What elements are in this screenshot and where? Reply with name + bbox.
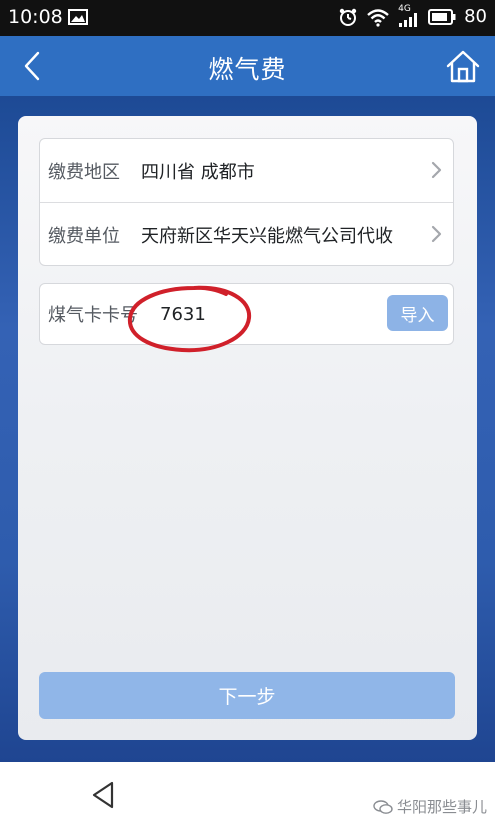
card-number-label: 煤气卡卡号 (48, 305, 138, 326)
battery-icon (428, 8, 456, 25)
home-icon[interactable] (445, 48, 481, 84)
next-step-button[interactable]: 下一步 (39, 672, 455, 719)
image-icon (68, 9, 88, 25)
card-number-input[interactable] (160, 303, 360, 325)
status-bar: 10:08 4G 80 (0, 0, 495, 36)
status-time: 10:08 (8, 6, 63, 28)
chevron-right-icon (431, 161, 442, 179)
import-button[interactable]: 导入 (387, 295, 448, 331)
battery-level: 80 (464, 6, 487, 27)
app-bar: 燃气费 (0, 36, 495, 96)
region-value: 四川省 成都市 (141, 161, 255, 183)
chevron-right-icon (431, 225, 442, 243)
card-number-group: 煤气卡卡号 导入 (39, 283, 454, 345)
watermark: 华阳那些事儿 (373, 796, 487, 817)
company-label: 缴费单位 (48, 225, 120, 247)
page-title: 燃气费 (208, 55, 287, 84)
wifi-icon (367, 8, 389, 27)
payment-info-group: 缴费地区 四川省 成都市 缴费单位 天府新区华天兴能燃气公司代收 (39, 138, 454, 266)
region-row[interactable]: 缴费地区 四川省 成都市 (40, 139, 453, 202)
card-number-row: 煤气卡卡号 导入 (40, 284, 453, 344)
alarm-icon (339, 8, 357, 26)
region-label: 缴费地区 (48, 161, 120, 183)
company-value: 天府新区华天兴能燃气公司代收 (141, 225, 393, 247)
wechat-icon (373, 799, 393, 814)
triangle-back-icon[interactable] (90, 780, 116, 810)
status-icons: 4G 80 (338, 4, 487, 27)
company-row[interactable]: 缴费单位 天府新区华天兴能燃气公司代收 (40, 202, 453, 266)
navigation-bar: 华阳那些事儿 (0, 762, 495, 831)
signal-icon: 4G (398, 4, 420, 27)
watermark-text: 华阳那些事儿 (396, 798, 487, 816)
